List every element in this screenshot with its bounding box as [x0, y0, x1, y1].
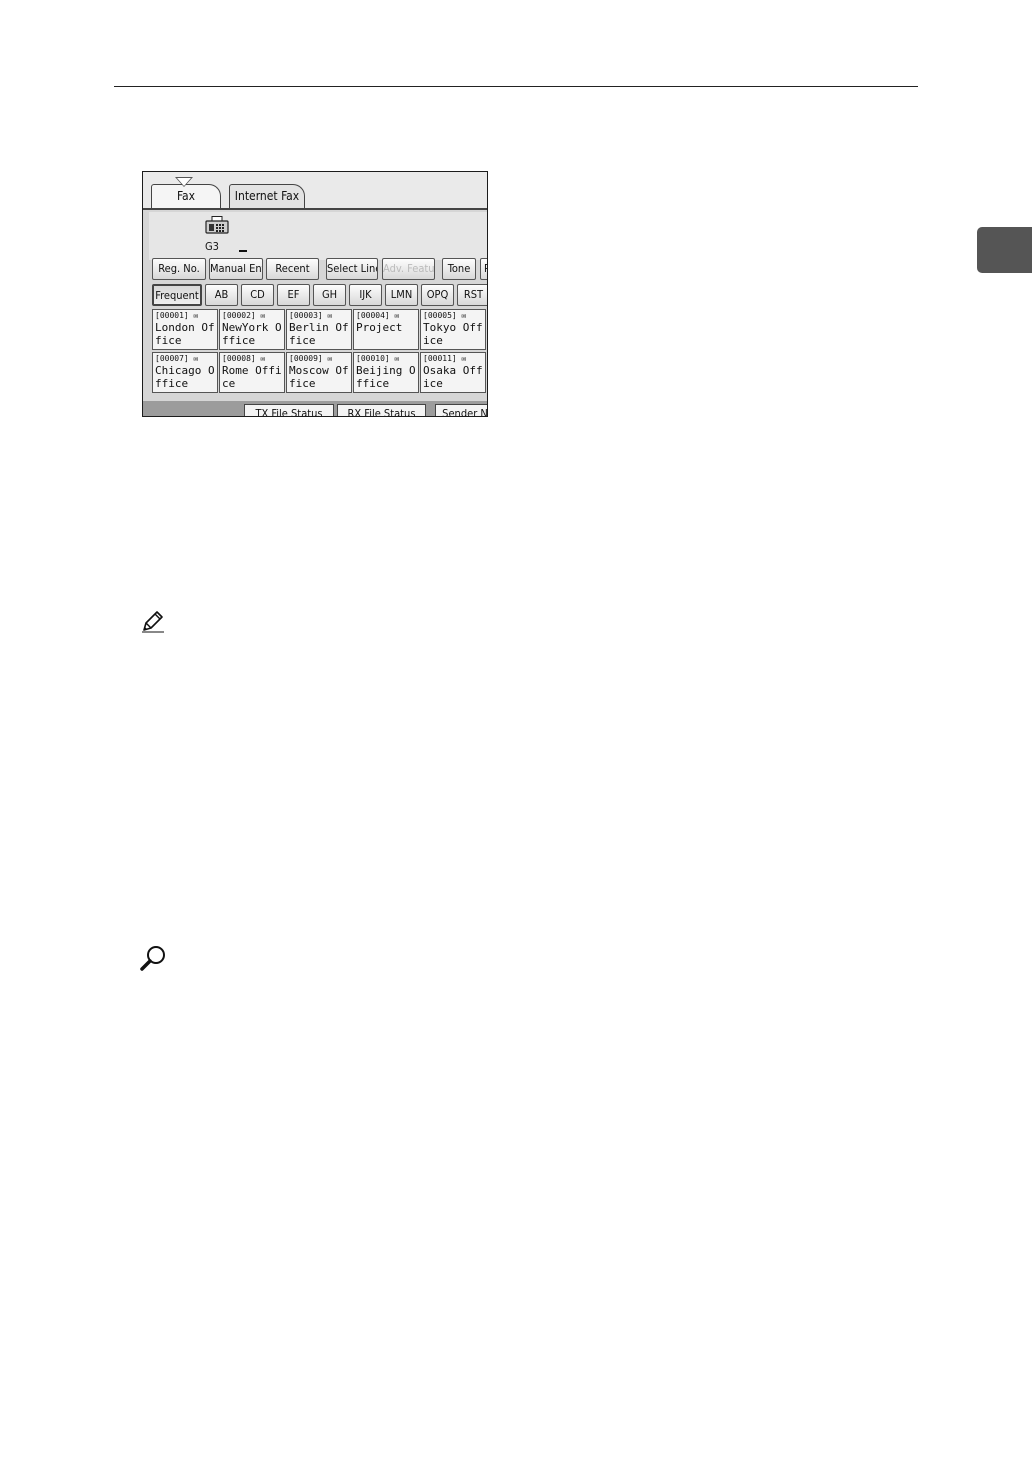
recent-button[interactable]: Recent — [266, 258, 319, 280]
destination-entry[interactable]: [00008] ✉ Rome Office — [219, 352, 285, 393]
destination-entry[interactable]: [00003] ✉ Berlin Office — [286, 309, 352, 350]
mail-icon: ✉ — [260, 354, 266, 363]
entry-name: Chicago Office — [155, 364, 215, 390]
index-tab-cd[interactable]: CD — [241, 284, 274, 306]
entry-code: [00007] ✉ — [155, 354, 199, 363]
chapter-thumb-tab — [977, 227, 1032, 273]
index-tab-gh[interactable]: GH — [313, 284, 346, 306]
entry-name: Tokyo Office — [423, 321, 483, 347]
entry-name: NewYork Office — [222, 321, 282, 347]
tab-underline — [143, 208, 487, 210]
sender-name-button[interactable]: Sender N — [435, 404, 487, 416]
destination-entry[interactable]: [00001] ✉ London Office — [152, 309, 218, 350]
pencil-note-icon — [142, 611, 164, 633]
entry-code: [00005] ✉ — [423, 311, 467, 320]
entry-code: [00001] ✉ — [155, 311, 199, 320]
active-tab-marker-fill — [177, 178, 191, 186]
manual-entry-button[interactable]: Manual Entry — [209, 258, 263, 280]
reg-no-button[interactable]: Reg. No. — [152, 258, 206, 280]
entry-code: [00004] ✉ — [356, 311, 400, 320]
destination-entry[interactable]: [00009] ✉ Moscow Office — [286, 352, 352, 393]
line-type-label: G3 — [205, 240, 219, 253]
entry-name: Rome Office — [222, 364, 282, 390]
tx-file-status-button[interactable]: TX File Status — [244, 404, 334, 416]
entry-name: Moscow Office — [289, 364, 349, 390]
index-tab-lmn[interactable]: LMN — [385, 284, 418, 306]
mail-icon: ✉ — [260, 311, 266, 320]
index-tab-ef[interactable]: EF — [277, 284, 310, 306]
index-tab-rst[interactable]: RST — [457, 284, 487, 306]
fax-screen-screenshot: Fax Internet Fax G3 Reg. No. Manual Entr… — [142, 171, 488, 417]
entry-cursor — [239, 250, 247, 252]
entry-name: London Office — [155, 321, 215, 347]
entry-name: Project — [356, 321, 403, 334]
mail-icon: ✉ — [394, 311, 400, 320]
fax-machine-icon — [205, 216, 229, 234]
entry-code: [00009] ✉ — [289, 354, 333, 363]
destination-entry[interactable]: [00004] ✉ Project — [353, 309, 419, 350]
entry-code: [00008] ✉ — [222, 354, 266, 363]
magnifier-reference-icon — [140, 946, 165, 971]
destination-entry[interactable]: [00007] ✉ Chicago Office — [152, 352, 218, 393]
adv-features-button[interactable]: Adv. Features — [382, 258, 435, 280]
tab-internet-fax[interactable]: Internet Fax — [229, 184, 305, 208]
entry-name: Beijing Office — [356, 364, 416, 390]
mail-icon: ✉ — [327, 311, 333, 320]
entry-name: Berlin Office — [289, 321, 349, 347]
tone-button[interactable]: Tone — [442, 258, 476, 280]
header-rule — [114, 86, 918, 87]
destination-entry[interactable]: [00002] ✉ NewYork Office — [219, 309, 285, 350]
destination-entry[interactable]: [00005] ✉ Tokyo Office — [420, 309, 486, 350]
index-tab-ijk[interactable]: IJK — [349, 284, 382, 306]
rx-file-status-button[interactable]: RX File Status — [337, 404, 426, 416]
entry-code: [00003] ✉ — [289, 311, 333, 320]
tab-fax[interactable]: Fax — [151, 184, 221, 208]
mail-icon: ✉ — [193, 311, 199, 320]
entry-code: [00010] ✉ — [356, 354, 400, 363]
entry-name: Osaka Office — [423, 364, 483, 390]
mail-icon: ✉ — [327, 354, 333, 363]
entry-code: [00002] ✉ — [222, 311, 266, 320]
destination-entry[interactable]: [00011] ✉ Osaka Office — [420, 352, 486, 393]
select-line-button[interactable]: Select Line — [326, 258, 378, 280]
entry-code: [00011] ✉ — [423, 354, 467, 363]
index-tab-opq[interactable]: OPQ — [421, 284, 454, 306]
pause-button[interactable]: P — [480, 258, 487, 280]
mail-icon: ✉ — [461, 311, 467, 320]
index-tab-frequent[interactable]: Frequent — [152, 284, 202, 306]
destination-area: G3 — [149, 212, 487, 260]
destination-entry[interactable]: [00010] ✉ Beijing Office — [353, 352, 419, 393]
mail-icon: ✉ — [193, 354, 199, 363]
mail-icon: ✉ — [461, 354, 467, 363]
mail-icon: ✉ — [394, 354, 400, 363]
index-tab-ab[interactable]: AB — [205, 284, 238, 306]
